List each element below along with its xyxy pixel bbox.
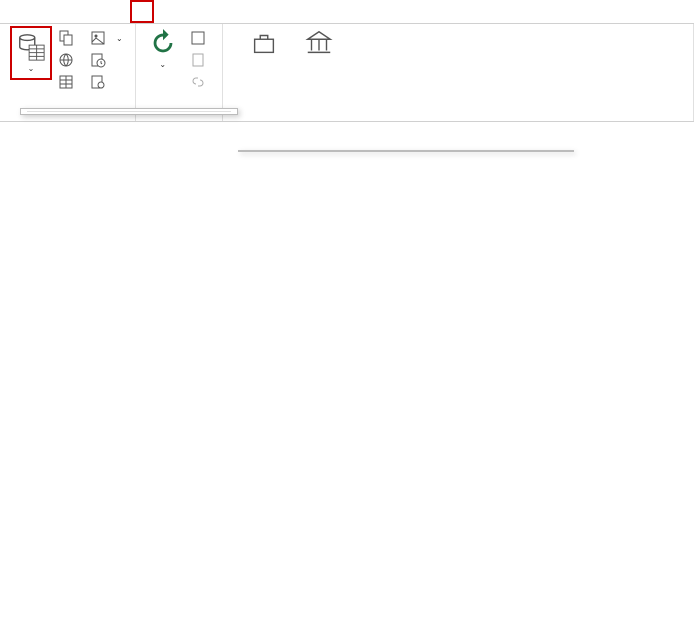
properties-button[interactable] [188,50,212,70]
tab-developer[interactable] [214,0,234,23]
existing-connections-button[interactable] [88,72,125,92]
bank-icon [304,28,334,58]
from-table-range-button[interactable] [56,72,80,92]
tab-view[interactable] [174,0,194,23]
refresh-all-button[interactable]: ⌄ [142,26,184,72]
recent-icon [90,52,106,68]
tab-automate[interactable] [194,0,214,23]
get-data-menu [20,108,238,115]
from-text-csv-button[interactable] [56,28,80,48]
picture-icon [90,30,106,46]
tab-draw[interactable] [70,0,90,23]
text-csv-icon [58,30,74,46]
database-grid-icon [16,32,46,62]
ribbon-tabs [0,0,694,24]
tab-home[interactable] [30,0,50,23]
recent-sources-button[interactable] [88,50,125,70]
table-icon [58,74,74,90]
web-icon [58,52,74,68]
tab-insert[interactable] [50,0,70,23]
chevron-down-icon: ⌄ [28,64,35,74]
queries-connections-button[interactable] [188,28,212,48]
tab-formulas[interactable] [110,0,130,23]
refresh-icon [148,28,178,58]
get-data-button[interactable]: ⌄ [10,26,52,80]
tab-review[interactable] [154,0,174,23]
tab-data[interactable] [130,0,154,23]
organization-button[interactable] [229,26,299,62]
menu-separator [27,111,231,112]
briefcase-icon [249,28,279,58]
stocks-button[interactable] [299,26,339,62]
chevron-down-icon: ⌄ [159,60,166,70]
workbook-links-button[interactable] [188,72,212,92]
from-database-submenu [238,150,574,152]
links-icon [190,74,206,90]
from-web-button[interactable] [56,50,80,70]
queries-icon [190,30,206,46]
connections-icon [90,74,106,90]
properties-icon [190,52,206,68]
from-picture-button[interactable]: ⌄ [88,28,125,48]
tab-file[interactable] [10,0,30,23]
chevron-down-icon: ⌄ [116,34,123,43]
tab-page-layout[interactable] [90,0,110,23]
